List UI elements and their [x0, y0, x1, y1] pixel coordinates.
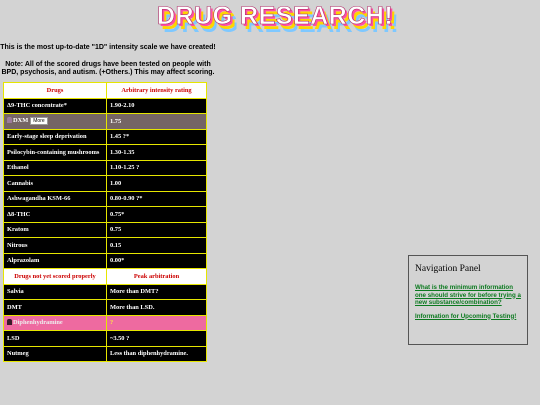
header-peak: Peak arbitration: [106, 268, 207, 285]
header-rating: Arbitrary intensity rating: [106, 82, 207, 99]
table-row: Nitrous 0.15: [3, 237, 207, 254]
drug-rating: 1.45 ?*: [106, 128, 207, 145]
drug-name: Ethanol: [3, 159, 107, 176]
table-row: DMT More than LSD.: [3, 299, 207, 316]
table-row: Alprazolam 0.00*: [3, 252, 207, 269]
logo-text: DRUG RESEARCH!: [157, 2, 394, 31]
table-row: Psilocybin-containing mushrooms 1.30-1.3…: [3, 144, 207, 161]
table-header: Drugs Arbitrary intensity rating: [3, 82, 207, 99]
table-row: Salvia More than DMT?: [3, 283, 207, 300]
drug-name: Salvia: [3, 283, 107, 300]
table-row: Early-stage sleep deprivation 1.45 ?*: [3, 128, 207, 145]
header-unscored: Drugs not yet scored properly: [3, 268, 107, 285]
drug-rating: 1.90-2.10: [106, 97, 207, 114]
drug-name: Diphenhydramine: [13, 319, 63, 327]
pill-icon: [7, 319, 12, 326]
drug-name: Ashwagandha KSM-66: [3, 190, 107, 207]
drug-name: Cannabis: [3, 175, 107, 192]
drug-rating: 0.80-0.90 ?*: [106, 190, 207, 207]
drug-rating: 0.00*: [106, 252, 207, 269]
drug-rating: 0.75: [106, 221, 207, 238]
table-row: DXM More 1.75: [3, 113, 207, 130]
table-row: Diphenhydramine ?: [3, 314, 207, 331]
table-row: Δ9-THC concentrate* 1.90-2.10: [3, 97, 207, 114]
drug-name: LSD: [3, 330, 107, 347]
pill-icon: [7, 117, 12, 124]
drug-rating: 1.75: [106, 113, 207, 130]
table-row: Ethanol 1.10-1.25 ?: [3, 159, 207, 176]
header-drugs: Drugs: [3, 82, 107, 99]
drug-name: DMT: [3, 299, 107, 316]
site-logo: DRUG RESEARCH! DRUG RESEARCH! DRUG RESEA…: [157, 2, 399, 38]
intensity-table: Drugs Arbitrary intensity rating Δ9-THC …: [3, 82, 207, 362]
drug-name: Δ9-THC concentrate*: [3, 97, 107, 114]
drug-rating: Less than diphenhydramine.: [106, 345, 207, 362]
drug-rating: 1.30-1.35: [106, 144, 207, 161]
drug-cell: DXM More: [3, 113, 107, 130]
nav-link-upcoming-testing[interactable]: Information for Upcoming Testing!: [415, 313, 521, 321]
drug-rating: 1.00: [106, 175, 207, 192]
drug-rating: ~3.50 ?: [106, 330, 207, 347]
table-subheader: Drugs not yet scored properly Peak arbit…: [3, 268, 207, 285]
more-button[interactable]: More: [30, 117, 48, 126]
table-row: Cannabis 1.00: [3, 175, 207, 192]
drug-name: Δ8-THC: [3, 206, 107, 223]
navigation-panel: Navigation Panel What is the minimum inf…: [408, 255, 528, 345]
drug-name: Alprazolam: [3, 252, 107, 269]
drug-name: Nitrous: [3, 237, 107, 254]
drug-rating: 1.10-1.25 ?: [106, 159, 207, 176]
intro-line-2: Note: All of the scored drugs have been …: [1, 60, 215, 77]
drug-name: Nutmeg: [3, 345, 107, 362]
drug-name: Early-stage sleep deprivation: [3, 128, 107, 145]
drug-name: DXM: [13, 117, 29, 125]
intro-line-1: This is the most up-to-date "1D" intensi…: [0, 44, 216, 51]
drug-cell: Diphenhydramine: [3, 314, 107, 331]
nav-title: Navigation Panel: [415, 264, 481, 274]
drug-rating: More than LSD.: [106, 299, 207, 316]
drug-rating: ?: [106, 314, 207, 331]
table-row: Kratom 0.75: [3, 221, 207, 238]
intro-text: This is the most up-to-date "1D" intensi…: [0, 44, 216, 86]
drug-rating: 0.75*: [106, 206, 207, 223]
nav-link-minimum-info[interactable]: What is the minimum information one shou…: [415, 284, 521, 307]
drug-name: Kratom: [3, 221, 107, 238]
table-row: Ashwagandha KSM-66 0.80-0.90 ?*: [3, 190, 207, 207]
table-row: Δ8-THC 0.75*: [3, 206, 207, 223]
table-row: Nutmeg Less than diphenhydramine.: [3, 345, 207, 362]
drug-name: Psilocybin-containing mushrooms: [3, 144, 107, 161]
drug-rating: More than DMT?: [106, 283, 207, 300]
table-row: LSD ~3.50 ?: [3, 330, 207, 347]
drug-rating: 0.15: [106, 237, 207, 254]
